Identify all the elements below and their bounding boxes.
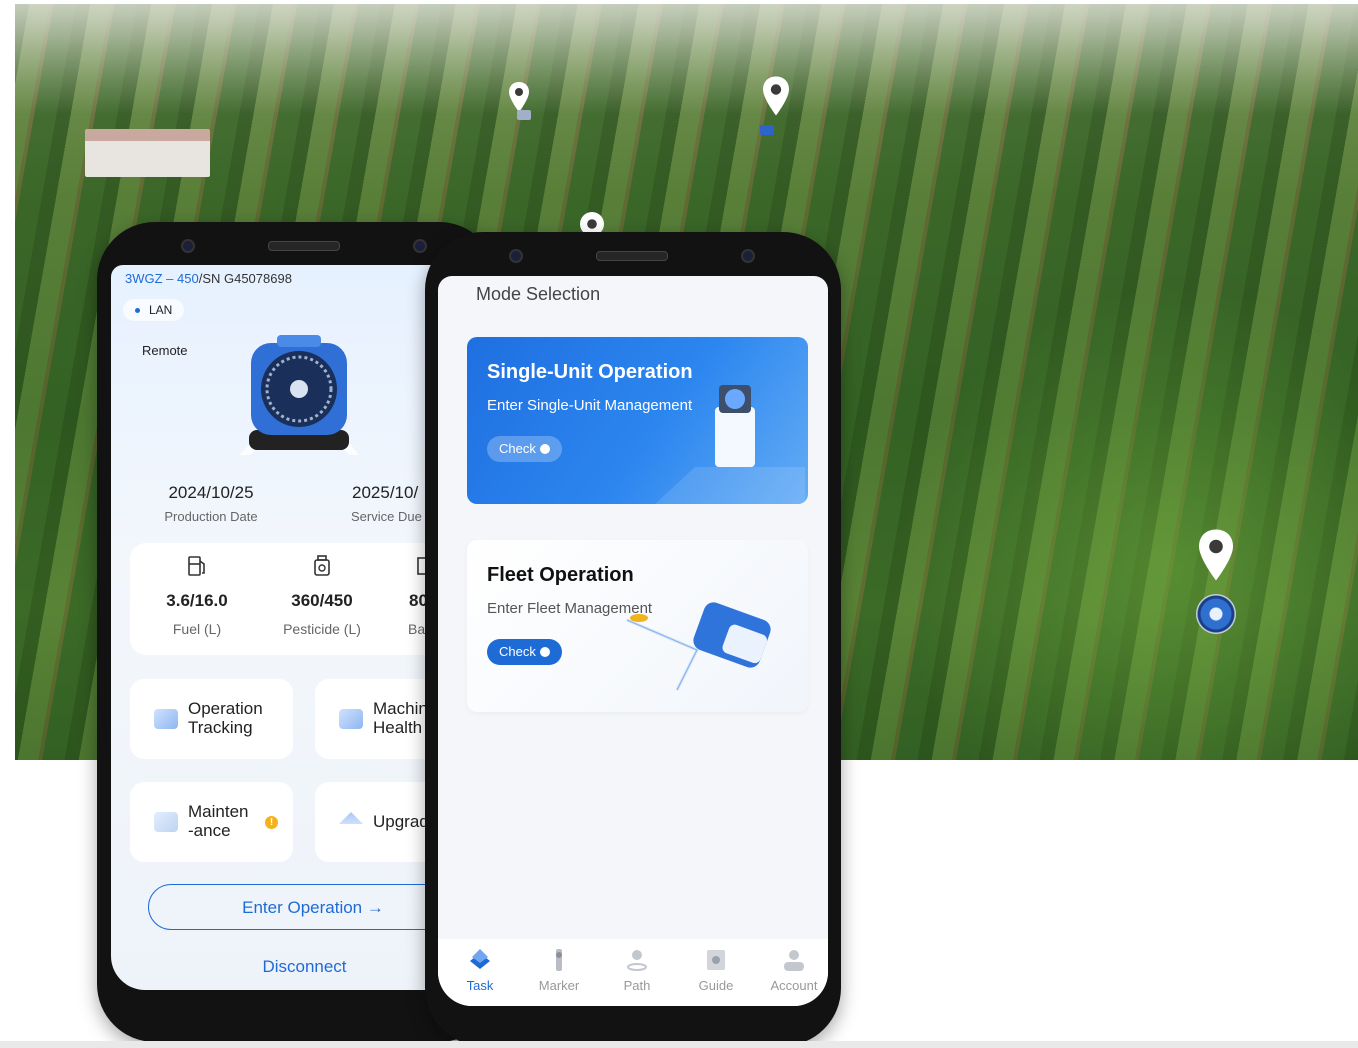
serial-number: /SN G45078698 xyxy=(198,271,292,286)
consumables-panel: 3.6/16.0 Fuel (L) 360/450 Pesticide (L) … xyxy=(130,543,470,655)
marker-icon xyxy=(524,947,594,973)
check-button[interactable]: Check xyxy=(487,639,562,665)
bottom-tab-bar: Task Marker Path Guide Account xyxy=(438,939,828,1006)
task-icon xyxy=(445,947,515,973)
sensor xyxy=(413,239,427,253)
tab-guide[interactable]: Guide xyxy=(681,947,751,993)
card-title: Fleet Operation xyxy=(487,564,634,586)
tab-label: Path xyxy=(623,978,651,993)
maintenance-icon xyxy=(154,812,178,832)
map-pin-icon xyxy=(763,76,789,116)
upgrade-icon xyxy=(339,812,363,824)
health-icon xyxy=(339,709,363,729)
production-date-block: 2024/10/25 Production Date xyxy=(111,483,311,524)
pesticide-icon xyxy=(257,555,387,581)
sky-haze xyxy=(15,4,1358,114)
tab-label: Marker xyxy=(538,978,580,993)
tab-label: Task xyxy=(466,978,494,993)
tab-marker[interactable]: Marker xyxy=(524,947,594,993)
mode-selection-screen: Mode Selection Single-Unit Operation Ent… xyxy=(438,276,828,1006)
fleet-card[interactable]: Fleet Operation Enter Fleet Management C… xyxy=(467,540,808,712)
enter-operation-label: Enter Operation xyxy=(242,898,363,917)
front-camera xyxy=(181,239,195,253)
control-mode: Remote xyxy=(142,343,188,358)
connection-label: LAN xyxy=(149,303,173,317)
tab-task[interactable]: Task xyxy=(445,947,515,993)
tab-account[interactable]: Account xyxy=(759,947,828,993)
pesticide-stat: 360/450 Pesticide (L) xyxy=(257,555,387,637)
farm-house xyxy=(85,129,210,177)
tab-path[interactable]: Path xyxy=(602,947,672,993)
earpiece xyxy=(596,251,668,261)
operation-tracking-tile[interactable]: Operation Tracking xyxy=(130,679,293,759)
sprayer-machine-image xyxy=(239,335,359,455)
status-dot xyxy=(135,308,140,314)
tile-label: Operation Tracking xyxy=(188,699,263,737)
tab-label: Guide xyxy=(698,978,734,993)
production-date-label: Production Date xyxy=(164,509,258,524)
connection-badge: LAN xyxy=(123,299,185,321)
card-subtitle: Enter Single-Unit Management xyxy=(487,397,693,414)
account-icon xyxy=(759,947,828,973)
check-label: Check xyxy=(499,441,536,456)
check-button[interactable]: Check xyxy=(487,436,562,462)
sprayer-marker xyxy=(760,125,774,135)
machine-id: 3WGZ – 450/SN G45078698 xyxy=(125,271,292,286)
map-pin-icon xyxy=(509,82,529,112)
fuel-icon xyxy=(132,555,262,581)
chevron-right-icon xyxy=(539,647,550,657)
chevron-right-icon xyxy=(539,444,550,454)
sprayer-marker xyxy=(1196,594,1236,634)
single-unit-card[interactable]: Single-Unit Operation Enter Single-Unit … xyxy=(467,337,808,504)
front-camera xyxy=(509,249,523,263)
tracking-icon xyxy=(154,709,178,729)
map-pin-icon xyxy=(1199,529,1233,581)
fuel-value: 3.6/16.0 xyxy=(166,591,228,610)
alert-badge: ! xyxy=(265,816,278,829)
card-subtitle: Enter Fleet Management xyxy=(487,600,653,617)
pesticide-label: Pesticide (L) xyxy=(283,621,361,637)
right-phone: Mode Selection Single-Unit Operation Ent… xyxy=(425,232,841,1046)
pesticide-value: 360/450 xyxy=(291,591,353,610)
sensor xyxy=(741,249,755,263)
page-title: Mode Selection xyxy=(476,284,601,304)
guide-icon xyxy=(681,947,751,973)
production-date: 2024/10/25 xyxy=(168,483,254,502)
fuel-label: Fuel (L) xyxy=(172,621,222,637)
maintenance-tile[interactable]: Mainten -ance ! xyxy=(130,782,293,862)
arrow-right-icon: → xyxy=(366,898,384,917)
check-label: Check xyxy=(499,644,536,659)
earpiece xyxy=(268,241,340,251)
sprayer-marker xyxy=(517,110,531,120)
model-number: 3WGZ – 450 xyxy=(125,271,199,286)
fuel-stat: 3.6/16.0 Fuel (L) xyxy=(132,555,262,637)
grass-patch xyxy=(895,284,1358,760)
card-title: Single-Unit Operation xyxy=(487,361,693,383)
tab-label: Account xyxy=(770,978,818,993)
path-icon xyxy=(602,947,672,973)
bottom-divider xyxy=(0,1041,1358,1048)
